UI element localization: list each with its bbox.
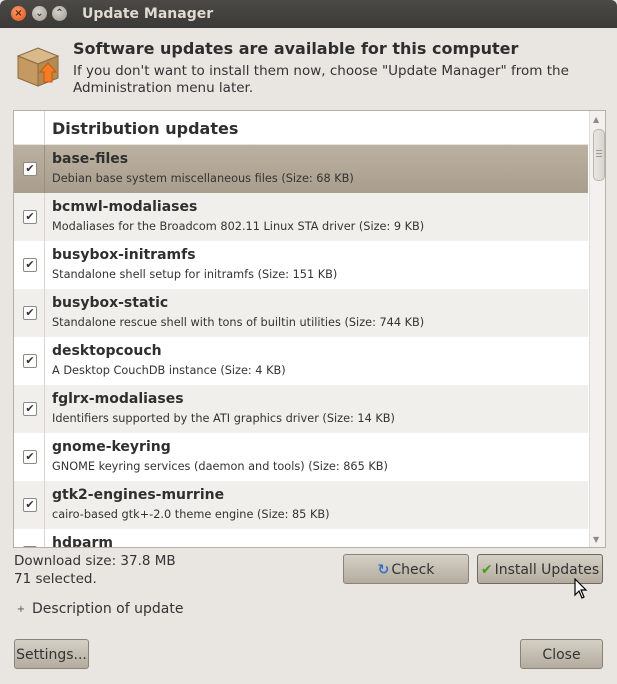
expand-plus-icon[interactable]: + [16, 605, 26, 615]
checkbox-cell: ✔ [14, 145, 45, 193]
package-description: Debian base system miscellaneous files (… [52, 172, 354, 185]
checkbox-column [14, 111, 45, 144]
download-size: Download size: 37.8 MB [14, 553, 176, 569]
updates-list[interactable]: Distribution updates ✔ base-files Debian b… [13, 110, 606, 548]
close-button[interactable]: Close [520, 639, 603, 669]
update-checkbox[interactable]: ✔ [23, 546, 37, 547]
update-checkbox[interactable]: ✔ [23, 306, 37, 320]
package-description: Standalone shell setup for initramfs (Si… [52, 268, 338, 281]
refresh-icon: ↻ [377, 562, 390, 578]
scroll-thumb[interactable] [593, 129, 605, 181]
update-row[interactable]: ✔ bcmwl-modaliases Modaliases for the Broa… [14, 193, 588, 241]
scroll-up-icon[interactable]: ▲ [593, 115, 599, 124]
update-row[interactable]: ✔ hdparm [14, 529, 588, 548]
package-description: Standalone rescue shell with tons of bui… [52, 316, 425, 329]
update-checkbox[interactable]: ✔ [23, 498, 37, 512]
package-name: busybox-static [52, 295, 169, 311]
checkbox-cell: ✔ [14, 481, 45, 529]
package-name: fglrx-modaliases [52, 391, 184, 407]
package-name: base-files [52, 151, 129, 167]
update-rows: ✔ base-files Debian base system miscellane… [14, 145, 588, 548]
package-description: Identifiers supported by the ATI graphic… [52, 412, 395, 425]
description-expander[interactable]: + Description of update [16, 601, 184, 617]
update-checkbox[interactable]: ✔ [23, 402, 37, 416]
scroll-down-icon[interactable]: ▼ [593, 535, 599, 544]
update-checkbox[interactable]: ✔ [23, 258, 37, 272]
window-title: Update Manager [82, 6, 214, 22]
package-name: bcmwl-modaliases [52, 199, 198, 215]
package-name: gnome-keyring [52, 439, 171, 455]
package-description: GNOME keyring services (daemon and tools… [52, 460, 388, 473]
checkbox-cell: ✔ [14, 385, 45, 433]
title-bar: × ⌄ ⌃ Update Manager [0, 0, 617, 28]
settings-button[interactable]: Settings... [14, 639, 89, 669]
package-description: cairo-based gtk+-2.0 theme engine (Size:… [52, 508, 330, 521]
update-checkbox[interactable]: ✔ [23, 354, 37, 368]
package-description: Modaliases for the Broadcom 802.11 Linux… [52, 220, 425, 233]
package-name: gtk2-engines-murrine [52, 487, 225, 503]
update-row[interactable]: ✔ desktopcouch A Desktop CouchDB instance … [14, 337, 588, 385]
package-name: desktopcouch [52, 343, 162, 359]
vertical-scrollbar[interactable]: ▲ ▼ [589, 111, 605, 547]
mouse-cursor-icon [574, 578, 588, 599]
header-subtitle: If you don't want to install them now, c… [73, 63, 569, 96]
checkbox-cell: ✔ [14, 337, 45, 385]
selected-count: 71 selected. [14, 571, 97, 587]
install-button-label: Install Updates [494, 562, 600, 578]
package-description: A Desktop CouchDB instance (Size: 4 KB) [52, 364, 286, 377]
checkbox-cell: ✔ [14, 193, 45, 241]
expander-label: Description of update [32, 601, 184, 617]
update-checkbox[interactable]: ✔ [23, 162, 37, 176]
checkmark-icon: ✔ [480, 562, 493, 578]
update-row[interactable]: ✔ fglrx-modaliases Identifiers supported b… [14, 385, 588, 433]
update-row[interactable]: ✔ gtk2-engines-murrine cairo-based gtk+-2.… [14, 481, 588, 529]
package-name: busybox-initramfs [52, 247, 196, 263]
checkbox-cell: ✔ [14, 289, 45, 337]
package-name: hdparm [52, 535, 113, 548]
update-row[interactable]: ✔ gnome-keyring GNOME keyring services (da… [14, 433, 588, 481]
update-row[interactable]: ✔ base-files Debian base system miscellane… [14, 145, 588, 193]
update-row[interactable]: ✔ busybox-static Standalone rescue shell w… [14, 289, 588, 337]
group-header: Distribution updates [14, 111, 588, 145]
update-checkbox[interactable]: ✔ [23, 450, 37, 464]
checkbox-cell: ✔ [14, 433, 45, 481]
update-checkbox[interactable]: ✔ [23, 210, 37, 224]
header-title: Software updates are available for this … [73, 39, 519, 58]
check-button[interactable]: ↻ Check [343, 554, 469, 584]
check-button-label: Check [391, 562, 435, 578]
checkbox-cell: ✔ [14, 241, 45, 289]
checkbox-cell: ✔ [14, 529, 45, 547]
close-window-icon[interactable]: × [11, 6, 26, 21]
package-update-icon [16, 47, 60, 87]
group-title: Distribution updates [52, 119, 239, 138]
update-row[interactable]: ✔ busybox-initramfs Standalone shell setup… [14, 241, 588, 289]
maximize-window-icon[interactable]: ⌃ [52, 6, 67, 21]
minimize-window-icon[interactable]: ⌄ [32, 6, 47, 21]
